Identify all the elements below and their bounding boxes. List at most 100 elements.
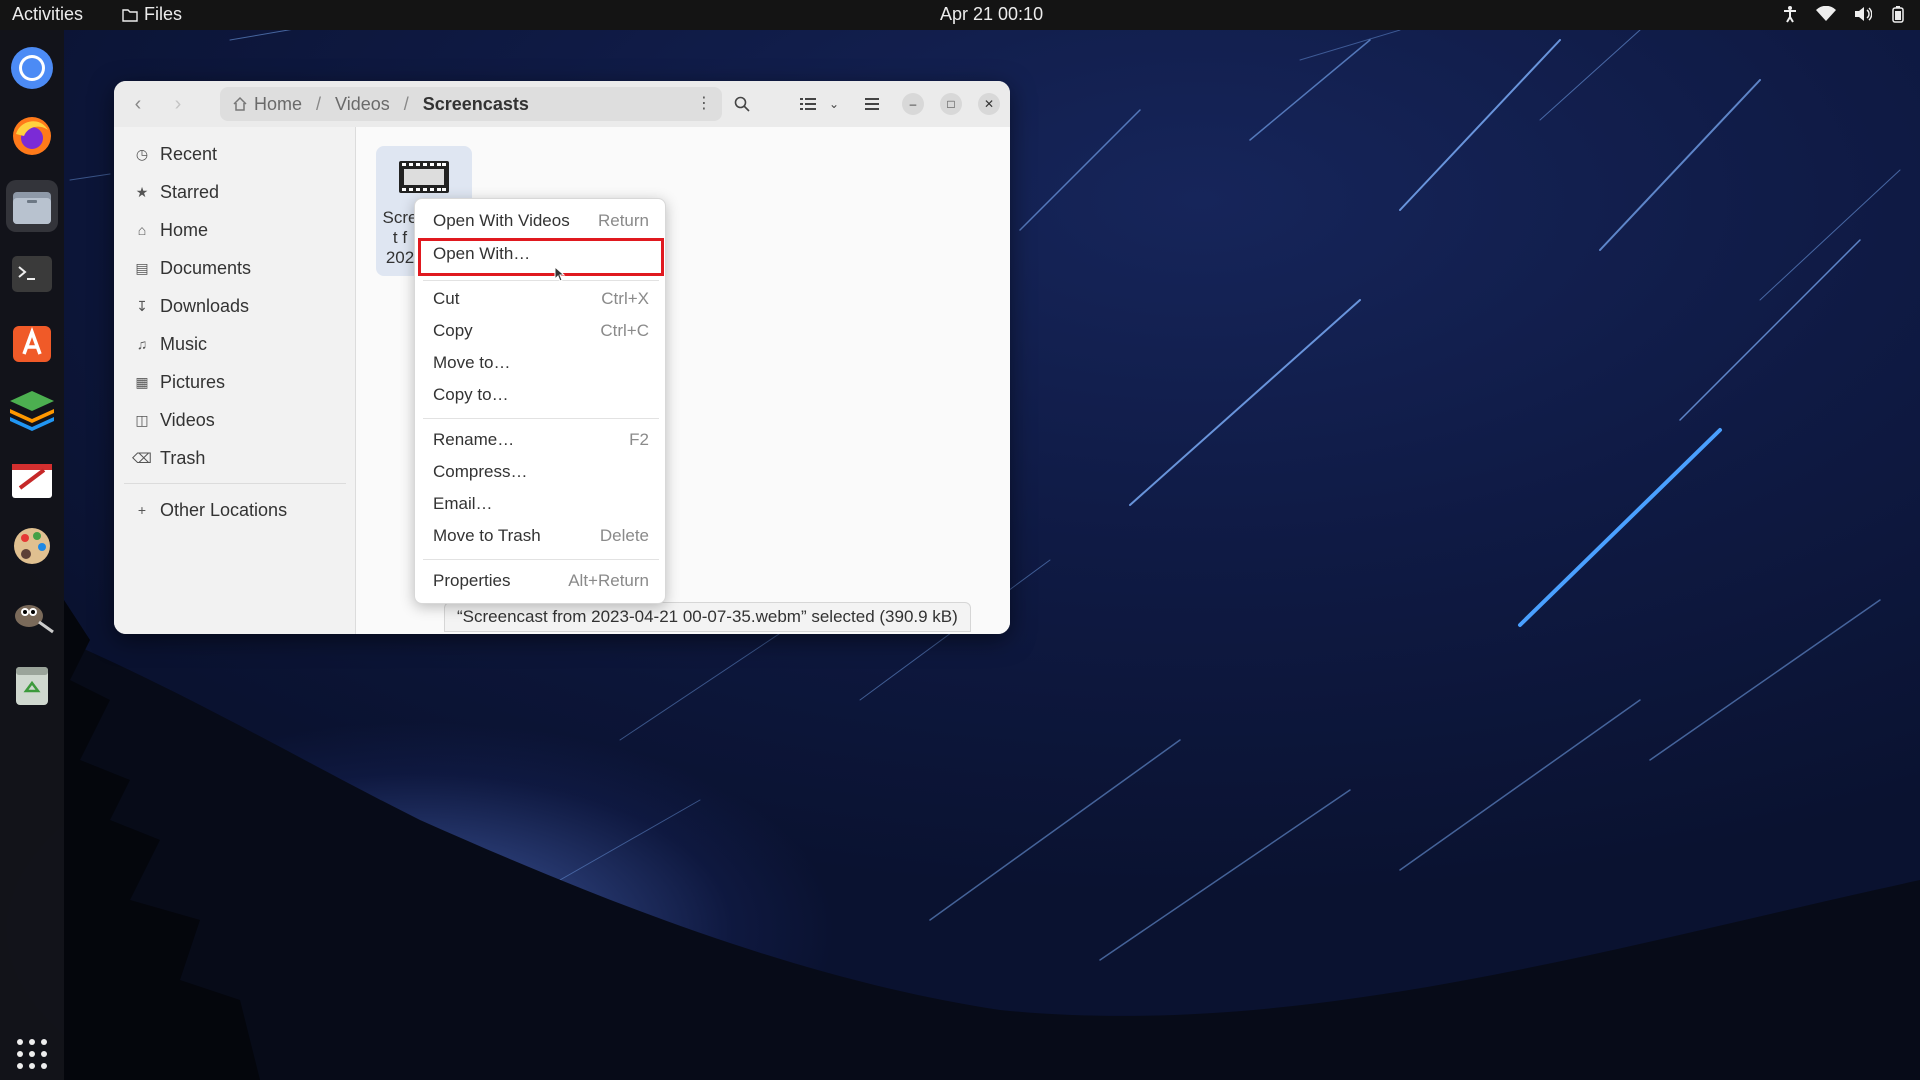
menu-item-cut[interactable]: Cut Ctrl+X [415, 284, 667, 314]
menu-item-shortcut: Alt+Return [568, 571, 649, 590]
menu-item-label: Rename… [433, 430, 515, 449]
gimp-icon[interactable] [6, 588, 58, 640]
plus-icon: + [137, 502, 147, 518]
sidebar-item-recent[interactable]: ◷ Recent [134, 141, 217, 167]
music-icon: ♫ [136, 336, 148, 352]
close-button[interactable]: ✕ [978, 93, 1000, 115]
menu-item-label: Properties [433, 571, 511, 590]
path-current[interactable]: Screencasts [423, 94, 529, 115]
app-center-icon[interactable] [6, 316, 58, 368]
menu-item-properties[interactable]: Properties Alt+Return [415, 566, 667, 596]
menu-item-label: Move to… [433, 353, 511, 372]
forward-button[interactable]: › [164, 91, 192, 117]
menu-item-rename[interactable]: Rename… F2 [415, 425, 667, 455]
document-icon: ▤ [135, 259, 149, 276]
menu-item-label: Copy [433, 321, 473, 340]
sidebar-item-videos[interactable]: ◫ Videos [134, 407, 215, 433]
menu-item-email[interactable]: Email… [415, 489, 667, 519]
sidebar-item-label: Documents [160, 257, 252, 278]
menu-item-label: Cut [433, 289, 460, 308]
sidebar: ◷ Recent ★ Starred ⌂ Home ▤ Documents ↧ … [114, 127, 356, 634]
maximize-button[interactable]: □ [940, 93, 962, 115]
video-icon: ◫ [135, 411, 149, 428]
menu-item-shortcut: Delete [599, 526, 649, 545]
show-apps-grid-icon[interactable] [6, 1028, 58, 1080]
path-videos[interactable]: Videos [335, 94, 390, 115]
menu-item-copy[interactable]: Copy Ctrl+C [415, 316, 667, 346]
paint-palette-icon[interactable] [6, 520, 58, 572]
path-separator: / [403, 93, 409, 114]
sidebar-item-other-locations[interactable]: + Other Locations [134, 497, 287, 523]
menu-item-label: Copy to… [433, 385, 509, 404]
trash-icon: ⌫ [132, 449, 152, 466]
sidebar-item-label: Pictures [160, 371, 226, 392]
app-name: Files [144, 4, 183, 24]
view-toggle-button[interactable] [794, 91, 822, 117]
context-menu: Open With Videos Return Open With… Cut C… [414, 198, 666, 604]
menu-item-open-with-videos[interactable]: Open With Videos Return [415, 206, 667, 236]
sidebar-item-label: Videos [160, 409, 215, 430]
files-icon[interactable] [6, 180, 58, 232]
firefox-icon[interactable] [6, 110, 58, 162]
close-icon: ✕ [983, 97, 995, 111]
app-menu[interactable]: Files [122, 4, 182, 25]
sidebar-item-pictures[interactable]: ▦ Pictures [134, 369, 225, 395]
dock [0, 30, 64, 1080]
main-menu-button[interactable] [858, 91, 886, 117]
menu-item-move-to-trash[interactable]: Move to Trash Delete [415, 521, 667, 551]
chevron-down-icon: ⌄ [828, 97, 840, 111]
folder-icon [122, 8, 138, 22]
star-icon: ★ [135, 183, 149, 200]
sidebar-item-label: Starred [160, 181, 220, 202]
menu-separator [423, 559, 659, 560]
minimize-button[interactable]: – [902, 93, 924, 115]
volume-icon[interactable] [1854, 6, 1872, 22]
search-button[interactable] [728, 91, 756, 117]
path-bar: Home / Videos / Screencasts ⋮ [220, 87, 722, 121]
view-options-button[interactable]: ⌄ [820, 91, 848, 117]
video-file-icon [399, 161, 449, 193]
maximize-icon: □ [947, 97, 955, 111]
terminal-icon[interactable] [6, 248, 58, 300]
sidebar-item-trash[interactable]: ⌫ Trash [132, 445, 206, 471]
mouse-cursor-icon [554, 266, 566, 282]
activities-button[interactable]: Activities [12, 4, 83, 25]
clock-icon: ◷ [135, 145, 149, 162]
sidebar-item-home[interactable]: ⌂ Home [134, 217, 208, 243]
chevron-left-icon: ‹ [134, 92, 142, 115]
trash-icon[interactable] [6, 658, 58, 710]
path-menu-icon[interactable]: ⋮ [696, 93, 712, 113]
battery-icon[interactable] [1890, 5, 1906, 23]
sidebar-item-starred[interactable]: ★ Starred [134, 179, 219, 205]
menu-separator [423, 418, 659, 419]
sidebar-item-documents[interactable]: ▤ Documents [134, 255, 251, 281]
top-bar: Activities Files Apr 21 00:10 [0, 0, 1920, 30]
menu-item-shortcut: Ctrl+X [601, 289, 649, 308]
system-tray[interactable] [1782, 5, 1906, 23]
chevron-right-icon: › [174, 92, 182, 115]
menu-item-compress[interactable]: Compress… [415, 457, 667, 487]
accessibility-icon[interactable] [1782, 5, 1798, 23]
menu-item-shortcut: F2 [629, 430, 649, 449]
menu-item-move-to[interactable]: Move to… [415, 348, 667, 378]
sidebar-item-label: Trash [160, 447, 206, 468]
search-icon [734, 96, 750, 112]
sidebar-item-music[interactable]: ♫ Music [134, 331, 207, 357]
menu-item-label: Email… [433, 494, 493, 513]
download-icon: ↧ [136, 297, 148, 314]
sidebar-item-label: Downloads [160, 295, 250, 316]
stacked-layers-icon[interactable] [6, 384, 58, 436]
sidebar-item-downloads[interactable]: ↧ Downloads [134, 293, 249, 319]
wifi-icon[interactable] [1816, 6, 1836, 22]
path-separator: / [316, 93, 322, 114]
menu-item-copy-to[interactable]: Copy to… [415, 380, 667, 410]
path-home[interactable]: Home [254, 94, 302, 115]
clock[interactable]: Apr 21 00:10 [940, 4, 1043, 25]
hamburger-icon [865, 98, 879, 110]
selection-status: “Screencast from 2023-04-21 00-07-35.web… [444, 602, 971, 632]
text-editor-icon[interactable] [6, 454, 58, 506]
highlight-annotation [418, 238, 664, 276]
back-button[interactable]: ‹ [124, 91, 152, 117]
minimize-icon: – [909, 97, 917, 111]
chromium-icon[interactable] [6, 42, 58, 94]
